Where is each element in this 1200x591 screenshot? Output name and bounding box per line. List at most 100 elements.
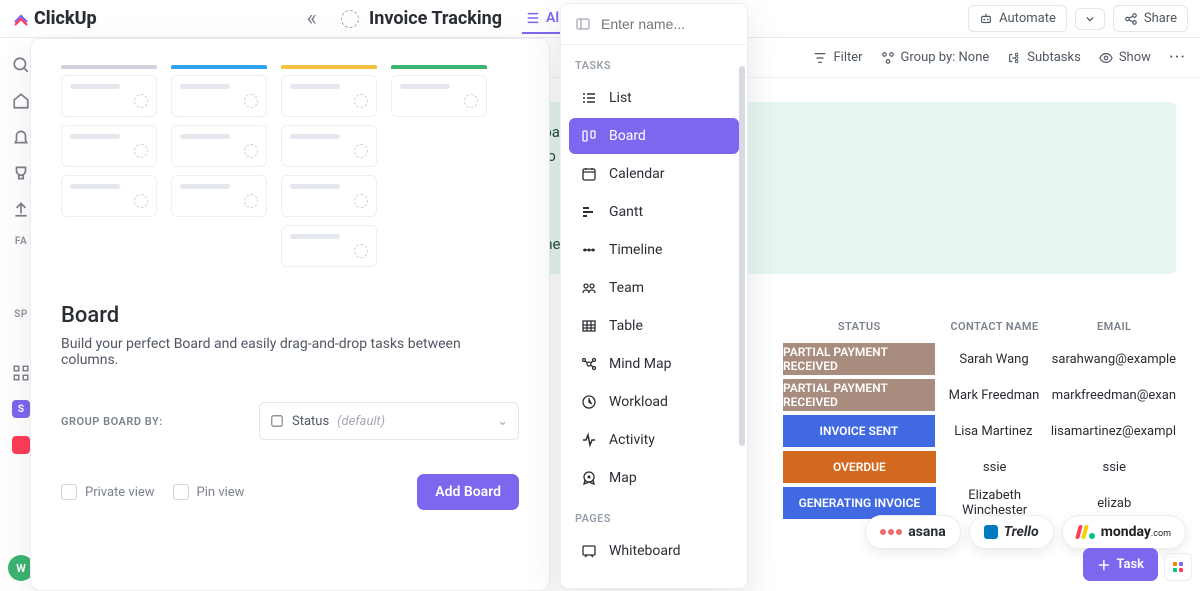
favorites-label: FA [15, 236, 27, 247]
contact-cell: Lisa Martinez [936, 424, 1051, 439]
preview-column [61, 65, 157, 275]
spaces-label: SP [14, 309, 28, 320]
view-option-list[interactable]: List [569, 80, 739, 116]
chevron-down-icon [1086, 14, 1094, 24]
plus-icon: ＋ [1097, 555, 1110, 574]
view-option-calendar[interactable]: Calendar [569, 156, 739, 192]
show-button[interactable]: Show [1099, 50, 1151, 65]
board-panel-title: Board [61, 303, 519, 328]
space-icon [341, 10, 359, 28]
team-icon [581, 280, 597, 296]
checkbox-icon [61, 484, 77, 500]
preview-column [281, 65, 377, 275]
filter-button[interactable]: Filter [813, 50, 862, 65]
preview-column [391, 65, 487, 275]
asana-icon [880, 529, 902, 535]
email-cell: lisamartinez@exampl [1051, 424, 1176, 439]
board-preview [61, 65, 519, 275]
clickup-logo-icon [12, 10, 30, 28]
preview-card [281, 75, 377, 117]
more-options-button[interactable]: ··· [1169, 47, 1186, 68]
asana-chip[interactable]: asana [865, 515, 961, 549]
apps-button[interactable] [1164, 553, 1192, 581]
view-option-table[interactable]: Table [569, 308, 739, 344]
new-task-button[interactable]: ＋ Task [1083, 548, 1158, 581]
map-icon [581, 470, 597, 486]
preview-card [281, 125, 377, 167]
trophy-icon[interactable] [12, 164, 30, 182]
th-status: STATUS [782, 320, 937, 333]
preview-card [61, 125, 157, 167]
view-name-input[interactable] [601, 16, 721, 32]
contact-cell: Elizabeth Winchester [937, 488, 1053, 518]
automate-dropdown[interactable] [1075, 8, 1105, 30]
view-option-mind-map[interactable]: Mind Map [569, 346, 739, 382]
scrollbar[interactable] [739, 66, 745, 446]
email-cell: elizab [1053, 496, 1176, 511]
notification-icon[interactable] [12, 128, 30, 146]
preview-card [171, 125, 267, 167]
preview-card [281, 175, 377, 217]
contact-cell: ssie [937, 460, 1053, 475]
clipboard-icon[interactable] [12, 436, 30, 454]
email-cell: markfreedman@exan [1052, 388, 1176, 403]
share-button[interactable]: Share [1113, 5, 1188, 32]
workload-icon [581, 394, 597, 410]
view-option-map[interactable]: Map [569, 460, 739, 496]
subtasks-button[interactable]: Subtasks [1007, 50, 1081, 65]
robot-icon [979, 12, 993, 26]
integration-chips: asana Trello monday.com [865, 515, 1186, 549]
preview-card [171, 75, 267, 117]
timeline-icon [581, 242, 597, 258]
view-option-whiteboard[interactable]: Whiteboard [569, 533, 739, 569]
apps-icon [1173, 562, 1183, 572]
view-option-team[interactable]: Team [569, 270, 739, 306]
automate-button[interactable]: Automate [968, 5, 1067, 32]
mind-map-icon [581, 356, 597, 372]
th-contact: CONTACT NAME [937, 320, 1053, 333]
status-badge: PARTIAL PAYMENT RECEIVED [782, 342, 936, 376]
monday-icon [1077, 525, 1095, 539]
private-view-checkbox[interactable]: Private view [61, 484, 155, 500]
breadcrumb: Invoice Tracking [341, 8, 502, 29]
rename-icon [575, 16, 591, 32]
page-title: Invoice Tracking [369, 8, 502, 29]
preview-card [61, 175, 157, 217]
group-board-select[interactable]: Status(default) ⌄ [259, 402, 519, 440]
contact-cell: Mark Freedman [936, 388, 1051, 403]
pin-view-checkbox[interactable]: Pin view [173, 484, 245, 500]
logo[interactable]: ClickUp [12, 8, 97, 29]
th-email: EMAIL [1052, 320, 1176, 333]
home-icon[interactable] [12, 92, 30, 110]
group-board-label: GROUP BOARD BY: [61, 415, 163, 428]
whiteboard-icon [581, 543, 597, 559]
view-option-activity[interactable]: Activity [569, 422, 739, 458]
preview-card [61, 75, 157, 117]
chevron-down-icon: ⌄ [497, 414, 508, 429]
trello-icon [984, 525, 998, 539]
view-option-timeline[interactable]: Timeline [569, 232, 739, 268]
checkbox-icon [173, 484, 189, 500]
badge-icon[interactable]: S [12, 400, 30, 418]
trello-chip[interactable]: Trello [969, 515, 1054, 549]
group-icon [881, 51, 895, 65]
eye-icon [1099, 51, 1113, 65]
preview-card [171, 175, 267, 217]
group-by-button[interactable]: Group by: None [881, 50, 990, 65]
view-option-workload[interactable]: Workload [569, 384, 739, 420]
grid-icon[interactable] [12, 364, 30, 382]
view-option-gantt[interactable]: Gantt [569, 194, 739, 230]
upload-icon[interactable] [12, 200, 30, 218]
view-option-board[interactable]: Board [569, 118, 739, 154]
preview-card [281, 225, 377, 267]
collapse-sidebar-icon[interactable]: « [307, 6, 317, 31]
add-board-button[interactable]: Add Board [417, 474, 519, 510]
preview-card [391, 75, 487, 117]
status-badge: INVOICE SENT [782, 414, 936, 448]
monday-chip[interactable]: monday.com [1062, 515, 1186, 549]
list-icon [526, 11, 540, 25]
email-cell: ssie [1053, 460, 1176, 475]
filter-icon [813, 51, 827, 65]
activity-icon [581, 432, 597, 448]
search-icon[interactable] [12, 56, 30, 74]
